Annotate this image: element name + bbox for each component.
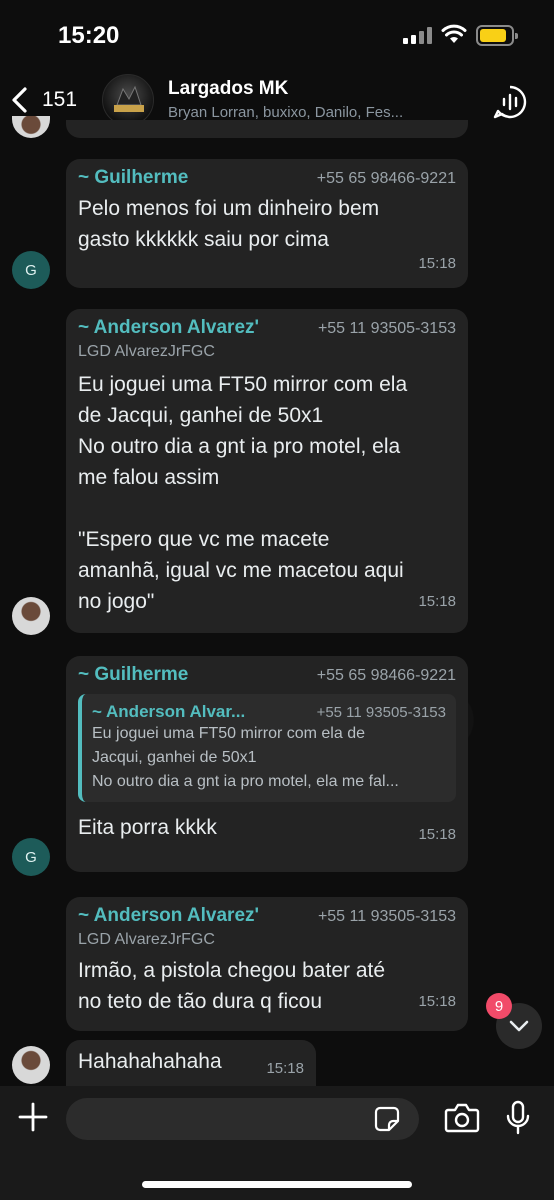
message-line: Pelo menos foi um dinheiro bem <box>78 197 380 220</box>
message-line: Irmão, a pistola chegou bater até <box>78 959 386 982</box>
sender-avatar[interactable] <box>12 597 50 635</box>
previous-message-bubble[interactable] <box>66 120 468 138</box>
chevron-left-icon <box>12 87 27 113</box>
quoted-line: No outro dia a gnt ia pro motel, ela me … <box>92 773 399 790</box>
unread-chats-count: 151 <box>42 88 78 111</box>
status-bar: 15:20 <box>0 0 554 70</box>
message-line: No outro dia a gnt ia pro motel, ela <box>78 435 401 458</box>
message-time: 15:18 <box>418 593 456 610</box>
sender-phone: +55 65 98466-9221 <box>316 170 456 187</box>
unread-badge: 9 <box>486 993 512 1019</box>
message-bubble[interactable]: ~ Anderson Alvarez' +55 11 93505-3153 LG… <box>66 309 468 633</box>
sender-name[interactable]: ~ Anderson Alvarez' <box>78 317 259 339</box>
plus-icon[interactable] <box>16 1100 50 1134</box>
sender-alias: LGD AlvarezJrFGC <box>78 343 215 360</box>
message-line: Eu joguei uma FT50 mirror com ela <box>78 373 408 396</box>
message-time: 15:18 <box>418 993 456 1010</box>
composer-bar <box>0 1086 554 1200</box>
sender-avatar[interactable] <box>12 1046 50 1084</box>
message-bubble[interactable]: Hahahahahaha 15:18 <box>66 1040 316 1086</box>
message-text: Eita porra kkkk <box>78 816 217 839</box>
voice-chat-icon[interactable] <box>492 84 528 120</box>
group-avatar[interactable] <box>102 74 154 126</box>
message-input[interactable] <box>66 1098 419 1140</box>
message-line: me falou assim <box>78 466 220 489</box>
group-logo-icon <box>114 85 144 112</box>
message-line: no jogo" <box>78 590 155 613</box>
wifi-icon <box>441 24 467 43</box>
group-members[interactable]: Bryan Lorran, buxixo, Danilo, Fes... <box>168 104 458 121</box>
sender-avatar[interactable]: G <box>12 251 50 289</box>
message-time: 15:18 <box>418 255 456 272</box>
message-text: Hahahahahaha <box>78 1050 222 1073</box>
message-line: gasto kkkkkk saiu por cima <box>78 228 329 251</box>
message-text: Pelo menos foi um dinheiro bem gasto kkk… <box>78 193 456 255</box>
sender-name[interactable]: ~ Guilherme <box>78 664 188 686</box>
quoted-line: Jacqui, ganhei de 50x1 <box>92 749 257 766</box>
cellular-signal-icon <box>403 27 433 44</box>
quoted-sender-phone: +55 11 93505-3153 <box>316 704 446 721</box>
quoted-message[interactable]: ~ Anderson Alvar... +55 11 93505-3153 Eu… <box>78 694 456 802</box>
message-text: Irmão, a pistola chegou bater até no tet… <box>78 955 456 1017</box>
message-time: 15:18 <box>266 1060 304 1077</box>
quoted-sender-name: ~ Anderson Alvar... <box>92 702 246 721</box>
camera-icon[interactable] <box>444 1102 480 1134</box>
message-line: no teto de tão dura q ficou <box>78 990 323 1013</box>
group-name[interactable]: Largados MK <box>168 78 288 100</box>
quoted-line: Eu joguei uma FT50 mirror com ela de <box>92 725 365 742</box>
status-time: 15:20 <box>58 22 120 49</box>
sender-phone: +55 65 98466-9221 <box>316 667 456 684</box>
back-button[interactable]: 151 <box>8 80 77 120</box>
sender-name[interactable]: ~ Guilherme <box>78 167 188 189</box>
home-indicator <box>142 1181 412 1188</box>
message-line: de Jacqui, ganhei de 50x1 <box>78 404 324 427</box>
message-line: amanhã, igual vc me macetou aqui <box>78 559 404 582</box>
sticker-icon[interactable] <box>374 1106 400 1132</box>
sender-name[interactable]: ~ Anderson Alvarez' <box>78 905 259 927</box>
message-bubble[interactable]: ~ Anderson Alvarez' +55 11 93505-3153 LG… <box>66 897 468 1031</box>
message-text: Eu joguei uma FT50 mirror com ela de Jac… <box>78 369 456 617</box>
microphone-icon[interactable] <box>504 1100 532 1136</box>
sender-phone: +55 11 93505-3153 <box>317 320 456 337</box>
sender-avatar[interactable]: G <box>12 838 50 876</box>
message-line: "Espero que vc me macete <box>78 528 330 551</box>
message-bubble[interactable]: ~ Guilherme +55 65 98466-9221 Pelo menos… <box>66 159 468 288</box>
chevron-down-icon <box>509 1020 529 1032</box>
battery-icon <box>476 25 518 46</box>
sender-phone: +55 11 93505-3153 <box>317 908 456 925</box>
message-time: 15:18 <box>418 826 456 843</box>
sender-alias: LGD AlvarezJrFGC <box>78 931 215 948</box>
reply-message-bubble[interactable]: ~ Guilherme +55 65 98466-9221 ~ Anderson… <box>66 656 468 872</box>
